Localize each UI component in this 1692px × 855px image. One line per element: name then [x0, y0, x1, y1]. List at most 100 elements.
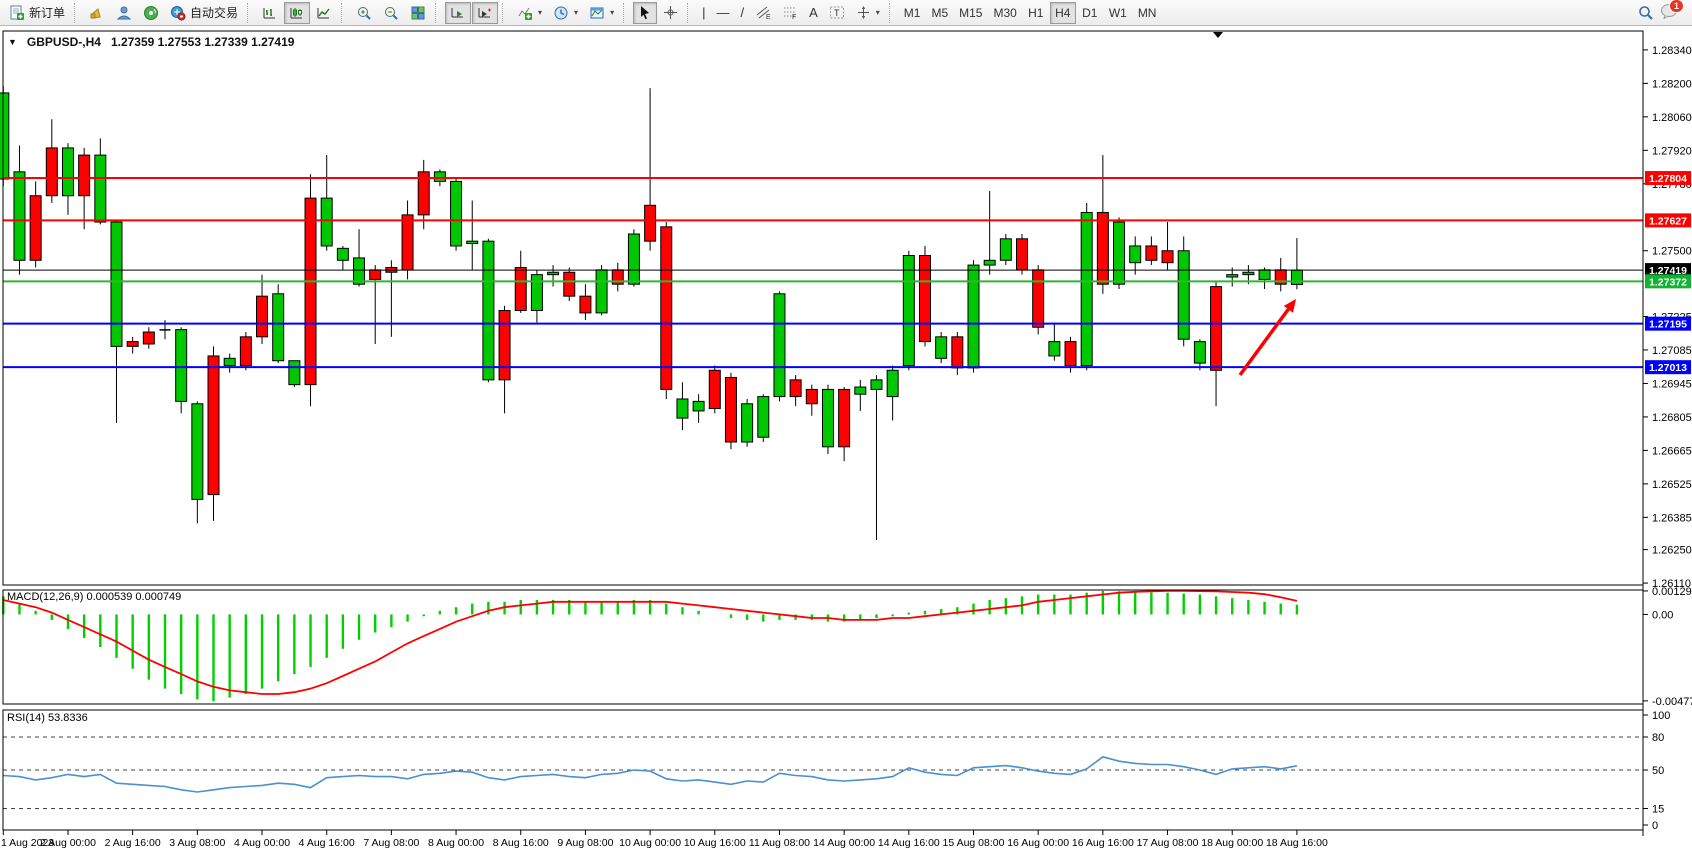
candle-body [46, 148, 57, 196]
time-tick-label: 16 Aug 00:00 [1007, 837, 1069, 849]
candle-body [515, 267, 526, 310]
price-tick-label: 1.28340 [1652, 45, 1692, 57]
time-tick-label: 15 Aug 08:00 [943, 837, 1005, 849]
price-tick-label: 1.27920 [1652, 145, 1692, 157]
candle-body [1081, 212, 1092, 365]
time-tick-label: 18 Aug 16:00 [1266, 837, 1328, 849]
price-badge-label: 1.27195 [1649, 319, 1687, 331]
candle-body [14, 172, 25, 260]
time-tick-label: 2 Aug 16:00 [105, 837, 161, 849]
macd-tick-label: -0.004777 [1652, 696, 1692, 708]
price-tick-label: 1.28060 [1652, 112, 1692, 124]
candle-body [1097, 212, 1108, 284]
time-tick-label: 4 Aug 16:00 [299, 837, 355, 849]
candle-body [1162, 251, 1173, 263]
candle-body [1146, 246, 1157, 260]
collapse-triangle-icon[interactable]: ▼ [8, 37, 17, 47]
time-tick-label: 17 Aug 08:00 [1137, 837, 1199, 849]
candle-body [127, 342, 138, 347]
macd-tick-label: 0.001297 [1652, 586, 1692, 598]
price-tick-label: 1.28200 [1652, 78, 1692, 90]
pane-border [3, 31, 1643, 585]
price-tick-label: 1.27085 [1652, 345, 1692, 357]
price-badge-label: 1.27804 [1649, 173, 1687, 185]
candle-body [1114, 222, 1125, 284]
candle-body [483, 241, 494, 380]
candle-body [774, 294, 785, 397]
candle-body [1194, 342, 1205, 364]
rsi-tick-label: 100 [1652, 710, 1670, 722]
time-tick-label: 14 Aug 16:00 [878, 837, 940, 849]
candle-body [871, 380, 882, 390]
time-tick-label: 9 Aug 08:00 [557, 837, 613, 849]
price-badge-label: 1.27013 [1649, 362, 1687, 374]
candle-body [531, 275, 542, 311]
time-tick-label: 8 Aug 16:00 [493, 837, 549, 849]
price-tick-label: 1.26385 [1652, 512, 1692, 524]
time-tick-label: 10 Aug 16:00 [684, 837, 746, 849]
rsi-line [3, 757, 1297, 792]
candle-body [1065, 342, 1076, 366]
macd-label: MACD(12,26,9) 0.000539 0.000749 [7, 591, 181, 603]
candle-body [628, 234, 639, 284]
candle-body [111, 222, 122, 346]
time-tick-label: 4 Aug 00:00 [234, 837, 290, 849]
price-tick-label: 1.26665 [1652, 445, 1692, 457]
candle-body [1130, 246, 1141, 263]
candle-body [402, 215, 413, 270]
candle-body [208, 356, 219, 495]
candle-body [0, 93, 9, 179]
candle-doji [160, 329, 171, 331]
candle-body [855, 387, 866, 394]
symbol-period-label: GBPUSD-,H4 [27, 35, 101, 49]
candle-body [790, 380, 801, 397]
candle-body [289, 361, 300, 385]
candle-body [580, 296, 591, 313]
candle-body [1049, 342, 1060, 356]
price-badge-label: 1.27372 [1649, 276, 1687, 288]
candle-body [434, 172, 445, 182]
candle-body [79, 155, 90, 196]
candle-body [240, 337, 251, 366]
candle-body [548, 272, 559, 274]
price-badge-label: 1.27627 [1649, 215, 1687, 227]
candle-body [984, 260, 995, 265]
candle-body [725, 377, 736, 442]
candle-body [952, 337, 963, 368]
rsi-tick-label: 15 [1652, 804, 1664, 816]
candle-body [95, 155, 106, 222]
price-tick-label: 1.27500 [1652, 246, 1692, 258]
candle-body [936, 337, 947, 359]
candle-body [1243, 272, 1254, 274]
chart-shift-marker [1213, 32, 1223, 38]
candle-body [224, 358, 235, 365]
candle-body [693, 401, 704, 411]
time-tick-label: 16 Aug 16:00 [1072, 837, 1134, 849]
candle-body [661, 227, 672, 390]
candle-body [1211, 287, 1222, 371]
candle-body [806, 389, 817, 403]
time-tick-label: 11 Aug 08:00 [749, 837, 810, 849]
terminal-window: 新订单 自动交易 [0, 0, 1692, 855]
candle-body [143, 332, 154, 344]
candle-body [499, 311, 510, 380]
pane-border [3, 590, 1643, 704]
chart-canvas[interactable]: 1.283401.282001.280601.279201.277801.275… [0, 0, 1692, 855]
candle-body [822, 389, 833, 446]
candle-body [596, 270, 607, 313]
time-tick-label: 14 Aug 00:00 [813, 837, 875, 849]
price-tick-label: 1.26250 [1652, 545, 1692, 557]
candle-body [370, 270, 381, 280]
ohlc-values: 1.27359 1.27553 1.27339 1.27419 [111, 35, 295, 49]
candle-body [305, 198, 316, 384]
macd-tick-label: 0.00 [1652, 609, 1673, 621]
candle-body [742, 404, 753, 442]
candle-body [887, 370, 898, 396]
candle-body [30, 196, 41, 261]
candle-body [321, 198, 332, 246]
candle-body [62, 148, 73, 196]
candle-body [645, 205, 656, 241]
rsi-tick-label: 50 [1652, 765, 1664, 777]
price-tick-label: 1.26525 [1652, 479, 1692, 491]
price-tick-label: 1.26945 [1652, 378, 1692, 390]
